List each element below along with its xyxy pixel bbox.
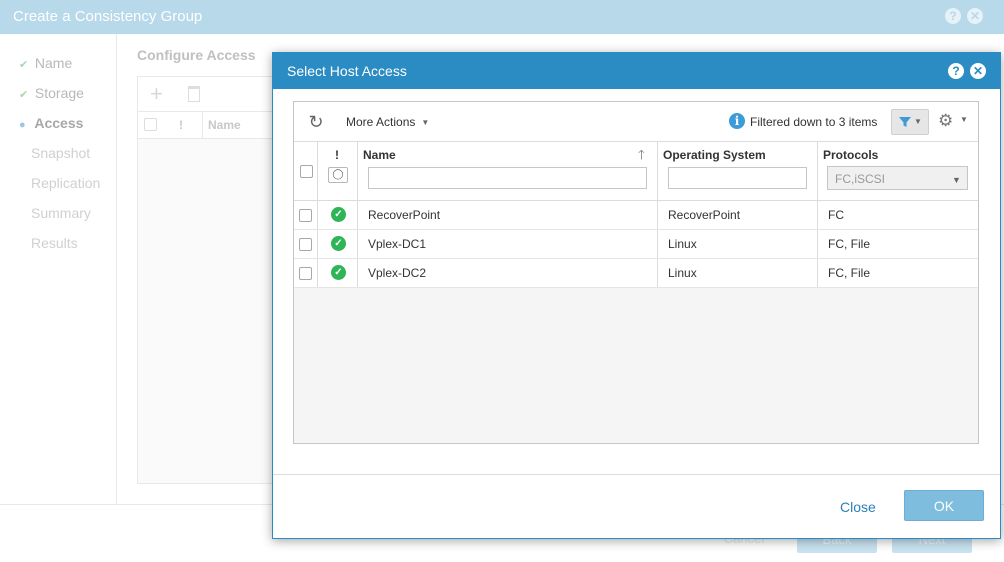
row-checkbox[interactable] xyxy=(299,209,312,222)
table-row[interactable]: ✓ Vplex-DC1 Linux FC, File xyxy=(294,230,978,259)
host-name: RecoverPoint xyxy=(368,208,441,222)
info-icon: i xyxy=(729,113,745,129)
grid-column-header: ! ◯ Name 🡑 Operating System Protocols FC… xyxy=(294,142,978,201)
dialog-footer-divider xyxy=(273,474,1000,475)
step-access[interactable]: ● Access xyxy=(19,115,83,131)
dialog-title: Select Host Access xyxy=(287,63,407,79)
row-checkbox[interactable] xyxy=(299,238,312,251)
check-circle-icon: ✓ xyxy=(331,236,346,251)
step-results: Results xyxy=(31,235,78,251)
step-name[interactable]: ✔ Name xyxy=(19,55,72,71)
status-filter-button[interactable]: ◯ xyxy=(328,167,348,183)
step-replication: Replication xyxy=(31,175,101,191)
trash-icon[interactable] xyxy=(188,86,200,102)
name-header: Name xyxy=(208,118,241,132)
host-protocols: FC, File xyxy=(828,237,870,251)
name-filter-input[interactable] xyxy=(368,167,647,189)
column-divider xyxy=(657,142,658,200)
close-icon[interactable]: ✕ xyxy=(967,8,983,24)
host-grid: ↻ More Actions ▼ i Filtered down to 3 ite… xyxy=(293,101,979,444)
check-icon: ✔ xyxy=(19,89,29,101)
protocols-filter-select[interactable]: FC,iSCSI ▼ xyxy=(827,166,968,190)
filter-status-text: Filtered down to 3 items xyxy=(750,115,878,129)
caret-down-icon: ▼ xyxy=(421,118,430,128)
select-all-checkbox[interactable] xyxy=(300,165,313,178)
select-all-checkbox[interactable] xyxy=(144,118,157,131)
host-protocols: FC, File xyxy=(828,266,870,280)
wizard-title: Create a Consistency Group xyxy=(13,8,203,25)
sort-ascending-icon[interactable]: 🡑 xyxy=(638,146,645,168)
step-storage[interactable]: ✔ Storage xyxy=(19,85,84,101)
host-os: RecoverPoint xyxy=(668,208,741,222)
row-checkbox[interactable] xyxy=(299,267,312,280)
caret-down-icon[interactable]: ▼ xyxy=(960,115,968,124)
name-column-header[interactable]: Name xyxy=(363,148,396,162)
wizard-titlebar: Create a Consistency Group ? ✕ xyxy=(0,0,1004,34)
column-divider xyxy=(817,142,818,200)
help-icon[interactable]: ? xyxy=(948,63,964,79)
protocols-column-header[interactable]: Protocols xyxy=(823,148,878,162)
table-row[interactable]: ✓ RecoverPoint RecoverPoint FC xyxy=(294,201,978,230)
select-host-access-dialog: Select Host Access ? ✕ ↻ More Actions ▼ i… xyxy=(272,52,1001,539)
step-summary: Summary xyxy=(31,205,91,221)
more-actions-menu[interactable]: More Actions ▼ xyxy=(346,115,429,129)
wizard-steps: ✔ Name ✔ Storage ● Access Snapshot Repli… xyxy=(0,34,117,504)
funnel-icon xyxy=(899,117,911,127)
access-table: + ! Name xyxy=(137,76,279,484)
column-divider xyxy=(317,142,318,200)
close-icon[interactable]: ✕ xyxy=(970,63,986,79)
os-column-header[interactable]: Operating System xyxy=(663,148,766,162)
access-table-header: ! Name xyxy=(138,112,278,139)
bullet-icon: ● xyxy=(19,119,26,131)
host-name: Vplex-DC1 xyxy=(368,237,427,251)
dialog-header: Select Host Access ? ✕ xyxy=(273,53,1000,89)
status-column-header[interactable]: ! xyxy=(335,148,339,162)
access-toolbar: + xyxy=(138,77,278,112)
os-filter-input[interactable] xyxy=(668,167,807,189)
grid-rows: ✓ RecoverPoint RecoverPoint FC ✓ Vplex-D… xyxy=(294,201,978,288)
host-os: Linux xyxy=(668,266,697,280)
caret-down-icon: ▼ xyxy=(952,175,961,185)
configure-access-title: Configure Access xyxy=(137,47,256,63)
help-icon[interactable]: ? xyxy=(945,8,961,24)
host-name: Vplex-DC2 xyxy=(368,266,427,280)
column-divider xyxy=(357,142,358,200)
gear-icon[interactable]: ⚙ xyxy=(938,111,953,131)
caret-down-icon: ▼ xyxy=(914,117,922,126)
status-header: ! xyxy=(179,118,183,132)
column-divider xyxy=(202,112,203,138)
host-os: Linux xyxy=(668,237,697,251)
check-circle-icon: ✓ xyxy=(331,207,346,222)
host-protocols: FC xyxy=(828,208,844,222)
add-icon[interactable]: + xyxy=(150,81,163,107)
grid-toolbar: ↻ More Actions ▼ i Filtered down to 3 ite… xyxy=(294,102,978,142)
close-button[interactable]: Close xyxy=(840,499,876,515)
table-row[interactable]: ✓ Vplex-DC2 Linux FC, File xyxy=(294,259,978,288)
check-icon: ✔ xyxy=(19,59,29,71)
filter-toggle-button[interactable]: ▼ xyxy=(891,109,929,135)
refresh-icon[interactable]: ↻ xyxy=(306,112,326,132)
check-circle-icon: ✓ xyxy=(331,265,346,280)
ok-button[interactable]: OK xyxy=(904,490,984,521)
step-snapshot: Snapshot xyxy=(31,145,91,161)
